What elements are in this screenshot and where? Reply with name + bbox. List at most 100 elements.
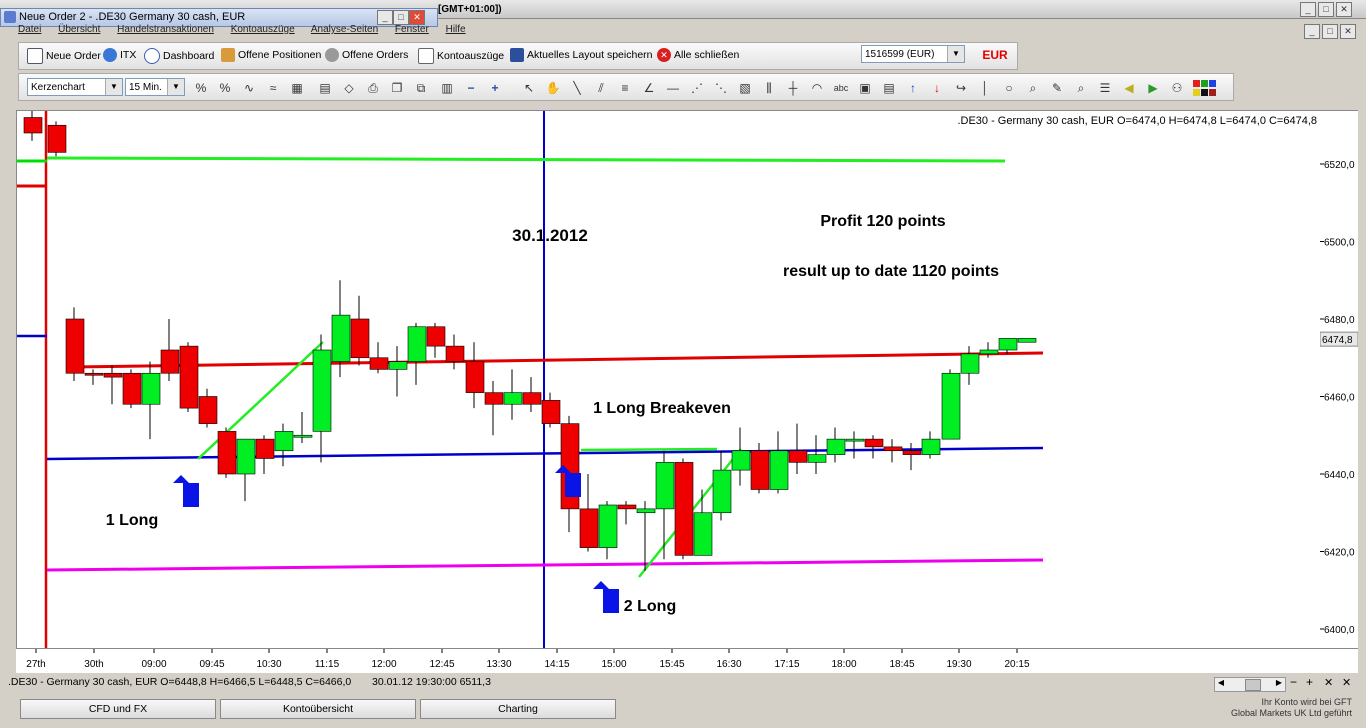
- tab-charting[interactable]: Charting: [420, 699, 616, 719]
- arrow-down-icon[interactable]: ↓: [929, 80, 945, 96]
- open-positions-button[interactable]: Offene Positionen: [221, 48, 321, 62]
- layout-icon[interactable]: ▤: [317, 80, 333, 96]
- eraser-icon[interactable]: ◇: [341, 80, 357, 96]
- maximize-button[interactable]: □: [1318, 2, 1334, 17]
- save-layout-button[interactable]: Aktuelles Layout speichern: [510, 48, 653, 62]
- price-tick-label: 6420,0: [1324, 548, 1355, 559]
- line-tool-icon[interactable]: ╲: [569, 80, 585, 96]
- candle-body: [198, 396, 218, 424]
- menu-statements[interactable]: Kontoauszüge: [231, 24, 295, 35]
- candle-body: [712, 469, 732, 514]
- calculator-icon[interactable]: ▣: [857, 80, 873, 96]
- new-order-button[interactable]: Neue Order: [27, 48, 101, 64]
- scroll-left-icon[interactable]: ◀: [1215, 678, 1227, 691]
- dialog-maximize-button[interactable]: □: [393, 10, 409, 25]
- chart-type-select[interactable]: Kerzenchart ▼: [27, 78, 123, 96]
- candle-body: [902, 450, 922, 455]
- scroll-thumb[interactable]: [1245, 679, 1261, 691]
- close-chart-alt-icon[interactable]: ✕: [1342, 676, 1351, 689]
- itx-button[interactable]: ITX: [103, 48, 136, 62]
- zoom-minus-icon[interactable]: −: [1290, 675, 1297, 689]
- arc-icon[interactable]: ◠: [809, 80, 825, 96]
- close-all-button[interactable]: ✕ Alle schließen: [657, 48, 739, 62]
- status-info: .DE30 - Germany 30 cash, EUR O=6448,8 H=…: [8, 676, 352, 688]
- hline-icon[interactable]: —: [665, 80, 681, 96]
- print-icon[interactable]: ⎙: [365, 80, 381, 96]
- vlines-icon[interactable]: ⫼: [761, 80, 777, 96]
- zoom-plus-icon[interactable]: +: [1306, 675, 1313, 689]
- zoom-out-icon[interactable]: −: [463, 80, 479, 96]
- indicator-icon[interactable]: ∿: [241, 80, 257, 96]
- candle: [979, 342, 999, 358]
- zoom-in-icon[interactable]: +: [487, 80, 503, 96]
- menu-help[interactable]: Hilfe: [446, 24, 466, 35]
- account-select[interactable]: 1516599 (EUR) ▼: [861, 45, 965, 63]
- arrow-right-icon[interactable]: ▶: [1145, 80, 1161, 96]
- text-tool-icon[interactable]: abc: [833, 80, 849, 96]
- minimize-button[interactable]: _: [1300, 2, 1316, 17]
- pencil-icon[interactable]: ✎: [1049, 80, 1065, 96]
- price-chart[interactable]: .DE30 - Germany 30 cash, EUR O=6474,0 H=…: [17, 109, 1321, 649]
- vline-icon[interactable]: │: [977, 80, 993, 96]
- dialog-minimize-button[interactable]: _: [377, 10, 393, 25]
- dialog-close-button[interactable]: ✕: [409, 10, 425, 25]
- dashboard-button[interactable]: Dashboard: [144, 48, 214, 64]
- crosshair-icon[interactable]: ┼: [785, 80, 801, 96]
- objects-icon[interactable]: ⚇: [1169, 80, 1185, 96]
- close-chart-icon[interactable]: ✕: [1324, 676, 1333, 689]
- circle-icon[interactable]: ○: [1001, 80, 1017, 96]
- channel-icon[interactable]: ⫽: [593, 80, 609, 96]
- percent-alt-icon[interactable]: %: [217, 80, 233, 96]
- statements-button[interactable]: Kontoauszüge: [418, 48, 504, 64]
- hand-icon[interactable]: ✋: [545, 80, 561, 96]
- percent-icon[interactable]: %: [193, 80, 209, 96]
- settings-icon[interactable]: ▥: [439, 80, 455, 96]
- zoom-area-icon[interactable]: ⌕: [1073, 80, 1089, 96]
- menu-file[interactable]: Datei: [18, 24, 41, 35]
- gann-icon[interactable]: ⋱: [713, 80, 729, 96]
- menu-transactions[interactable]: Handelstransaktionen: [117, 24, 214, 35]
- order-icon: [4, 11, 16, 23]
- horizontal-scrollbar[interactable]: ◀ ▶: [1214, 677, 1286, 692]
- price-tick-label: 6520,0: [1324, 160, 1355, 171]
- list-icon[interactable]: ☰: [1097, 80, 1113, 96]
- arrow-up-icon[interactable]: ↑: [905, 80, 921, 96]
- curve-icon[interactable]: ↪: [953, 80, 969, 96]
- grid-tool-icon[interactable]: ▧: [737, 80, 753, 96]
- menu-analysis[interactable]: Analyse-Seiten: [311, 24, 378, 35]
- candle-body: [65, 318, 85, 374]
- close-button[interactable]: ✕: [1336, 2, 1352, 17]
- long1-annotation: 1 Long: [106, 512, 158, 529]
- time-tick-label: 20:15: [1004, 659, 1029, 670]
- arrow-left-icon[interactable]: ◀: [1121, 80, 1137, 96]
- menu-window[interactable]: Fenster: [395, 24, 429, 35]
- magnifier-icon[interactable]: ⌕: [1025, 80, 1041, 96]
- chart-table-icon[interactable]: ▦: [289, 80, 305, 96]
- buy-arrow-icon: [173, 475, 199, 507]
- chart-area[interactable]: .DE30 - Germany 30 cash, EUR O=6474,0 H=…: [16, 109, 1322, 650]
- angle-icon[interactable]: ∠: [641, 80, 657, 96]
- tab-account-overview[interactable]: Kontoübersicht: [220, 699, 416, 719]
- export-icon[interactable]: ⧉: [413, 80, 429, 96]
- interval-select[interactable]: 15 Min. ▼: [125, 78, 185, 96]
- time-tick-label: 16:30: [716, 659, 741, 670]
- calendar-icon[interactable]: ▤: [881, 80, 897, 96]
- child-close-button[interactable]: ✕: [1340, 24, 1356, 39]
- child-restore-button[interactable]: □: [1322, 24, 1338, 39]
- candle-body: [941, 372, 961, 440]
- candle: [160, 319, 180, 381]
- pivot-line-red: [72, 351, 1044, 369]
- candle-body: [293, 434, 313, 438]
- scroll-right-icon[interactable]: ▶: [1273, 678, 1285, 691]
- candle: [84, 369, 104, 385]
- open-orders-button[interactable]: Offene Orders: [325, 48, 408, 62]
- child-minimize-button[interactable]: _: [1304, 24, 1320, 39]
- tab-cfd-fx[interactable]: CFD und FX: [20, 699, 216, 719]
- copy-icon[interactable]: ❐: [389, 80, 405, 96]
- wave-icon[interactable]: ≈: [265, 80, 281, 96]
- color-palette-icon[interactable]: [1193, 80, 1217, 96]
- fan-icon[interactable]: ⋰: [689, 80, 705, 96]
- menu-overview[interactable]: Übersicht: [58, 24, 100, 35]
- cursor-icon[interactable]: ↖: [521, 80, 537, 96]
- fib-icon[interactable]: ≡: [617, 80, 633, 96]
